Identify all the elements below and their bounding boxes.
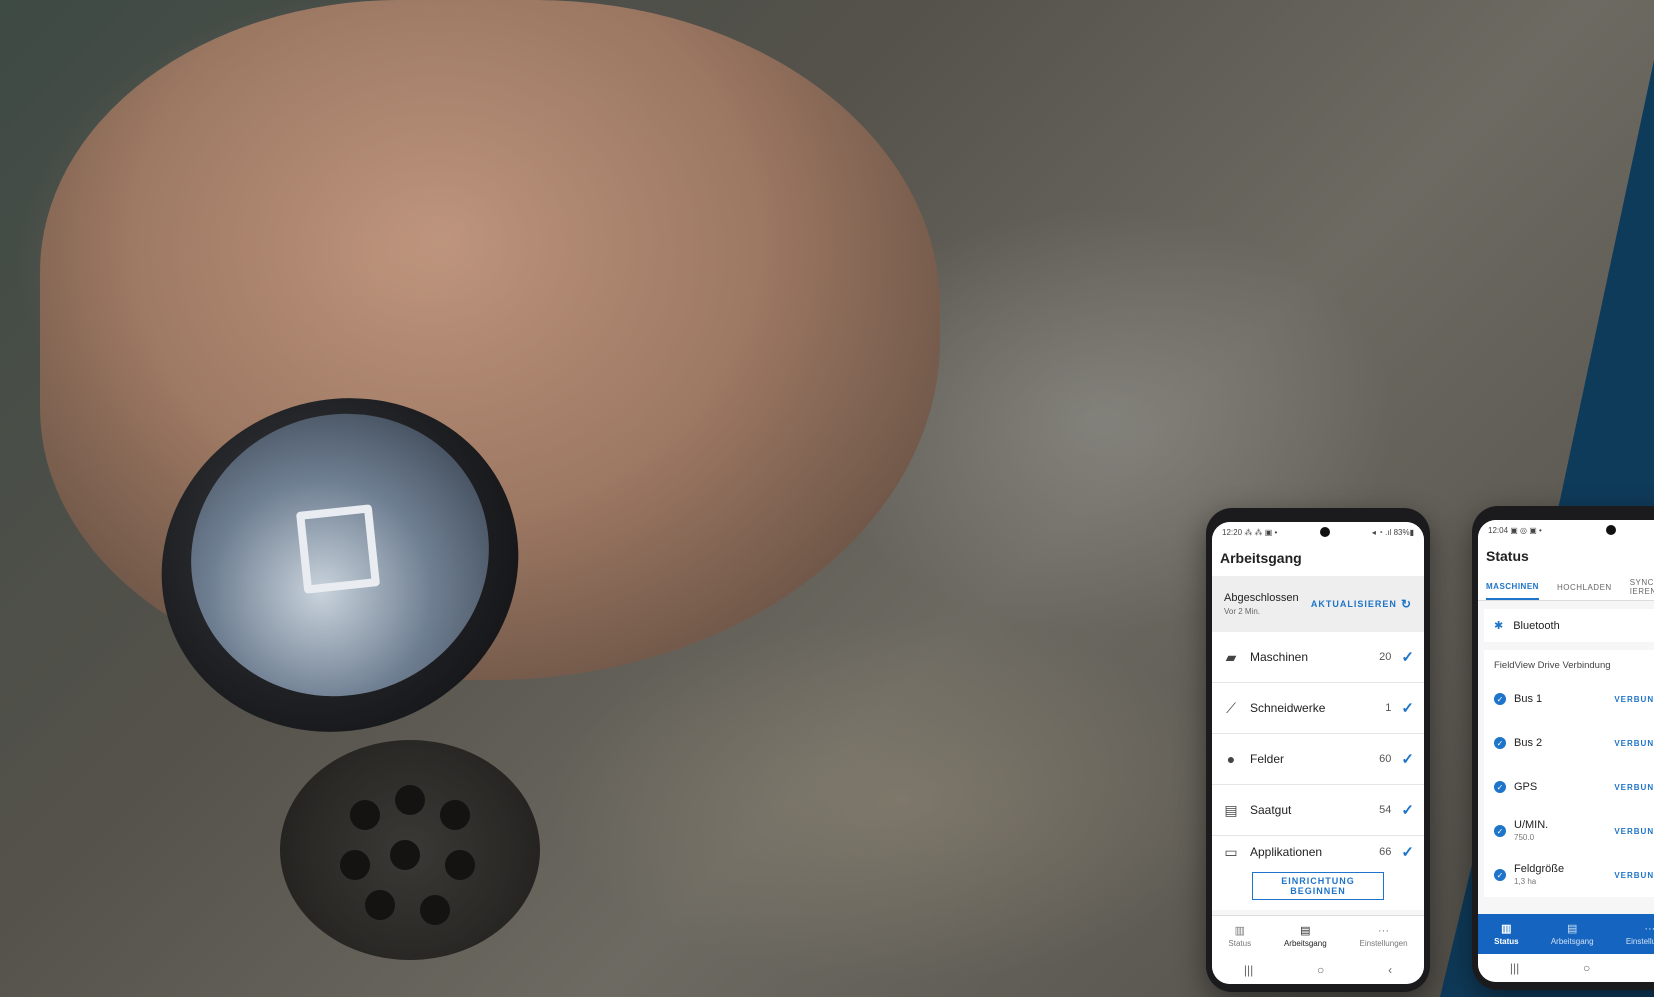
check-circle-icon: ✓ [1494, 693, 1506, 705]
check-icon: ✓ [1401, 802, 1414, 819]
phone-arbeitsgang: 12:20 ⁂ ⁂ ▣ • ◂ ◔ .ıl 83%▮ Arbeitsgang A… [1206, 508, 1430, 992]
tractor-icon: ▰ [1225, 648, 1237, 665]
check-circle-icon: ✓ [1494, 781, 1506, 793]
bluetooth-icon: ✱ [1494, 620, 1504, 632]
list-item-maschinen[interactable]: ▰ Maschinen 20 ✓ [1212, 632, 1424, 683]
section-title: FieldView Drive Verbindung [1494, 660, 1611, 671]
status-bar: 12:20 ⁂ ⁂ ▣ • ◂ ◔ .ıl 83%▮ [1212, 522, 1424, 542]
tab-synchronisieren[interactable]: SYNCHRONIS-IEREN [1630, 574, 1654, 600]
nav-arbeitsgang[interactable]: ▤ Arbeitsgang [1284, 924, 1327, 948]
list-item-saatgut[interactable]: ▤ Saatgut 54 ✓ [1212, 785, 1424, 836]
nav-einstellungen[interactable]: ··· Einstellungen [1626, 923, 1654, 946]
page-title: Arbeitsgang [1212, 542, 1424, 576]
list-item-applikationen[interactable]: ▭ Applikationen 66 ✓ [1212, 836, 1424, 868]
tab-maschinen[interactable]: MASCHINEN [1486, 574, 1539, 600]
seed-bag-icon: ▤ [1224, 801, 1238, 818]
page-title: Status [1478, 540, 1654, 574]
folder-icon: ▭ [1224, 843, 1238, 860]
list-item-schneidwerke[interactable]: ⟋ Schneidwerke 1 ✓ [1212, 683, 1424, 734]
chart-icon: ▥ [1234, 925, 1245, 937]
phone-screen: 12:04 ▣ ◎ ▣ • Status MASCHINEN HOCHLADEN… [1478, 520, 1654, 982]
bluetooth-card[interactable]: ✱ Bluetooth [1484, 609, 1654, 642]
refresh-button[interactable]: AKTUALISIEREN ↻ [1311, 597, 1412, 611]
nav-status[interactable]: ▥ Status [1494, 922, 1518, 946]
camera-icon [1605, 525, 1616, 535]
header-icon: ⟋ [1226, 699, 1236, 716]
recent-apps-icon[interactable]: ||| [1510, 961, 1519, 975]
phone-screen: 12:20 ⁂ ⁂ ▣ • ◂ ◔ .ıl 83%▮ Arbeitsgang A… [1212, 522, 1424, 984]
list-item-felder[interactable]: ● Felder 60 ✓ [1212, 734, 1424, 785]
back-icon[interactable]: ‹ [1388, 963, 1392, 977]
list-icon: ▤ [1566, 923, 1578, 935]
nav-arbeitsgang[interactable]: ▤ Arbeitsgang [1551, 922, 1594, 946]
start-setup-button[interactable]: EINRICHTUNG BEGINNEN [1252, 872, 1384, 900]
list-icon: ▤ [1300, 925, 1311, 937]
connection-row-field-size: ✓ Feldgröße1,3 ha VERBUNDEN [1484, 853, 1654, 897]
connector-socket-image [280, 740, 540, 960]
chart-icon: ▥ [1501, 923, 1512, 935]
sync-status-bar: Abgeschlossen Vor 2 Min. AKTUALISIEREN ↻ [1212, 576, 1424, 632]
connection-row-rpm: ✓ U/MIN.750.0 VERBUNDEN [1484, 809, 1654, 853]
home-icon[interactable]: ○ [1317, 963, 1324, 977]
connection-row-gps: ✓ GPS VERBUNDEN [1484, 765, 1654, 809]
check-icon: ✓ [1401, 649, 1414, 666]
camera-icon [1319, 527, 1330, 537]
recent-apps-icon[interactable]: ||| [1244, 963, 1253, 977]
home-icon[interactable]: ○ [1583, 961, 1590, 975]
tab-bar: MASCHINEN HOCHLADEN SYNCHRONIS-IEREN [1478, 574, 1654, 601]
bottom-nav: ▥ Status ▤ Arbeitsgang ··· Einstellungen [1478, 914, 1654, 954]
connection-row-bus-1: ✓ Bus 1 VERBUNDEN [1484, 677, 1654, 721]
more-icon: ··· [1378, 924, 1390, 937]
check-icon: ✓ [1401, 700, 1414, 717]
drive-device-logo [295, 504, 381, 594]
system-nav-bar: ||| ○ ‹ [1212, 956, 1424, 984]
check-icon: ✓ [1401, 844, 1414, 861]
phone-status: 12:04 ▣ ◎ ▣ • Status MASCHINEN HOCHLADEN… [1472, 506, 1654, 990]
connection-row-bus-2: ✓ Bus 2 VERBUNDEN [1484, 721, 1654, 765]
sync-status: Abgeschlossen [1224, 592, 1299, 604]
bottom-nav: ▥ Status ▤ Arbeitsgang ··· Einstellungen [1212, 915, 1424, 956]
nav-einstellungen[interactable]: ··· Einstellungen [1360, 925, 1408, 948]
system-nav-bar: ||| ○ ‹ [1478, 954, 1654, 982]
nav-status[interactable]: ▥ Status [1228, 924, 1251, 948]
check-circle-icon: ✓ [1494, 869, 1506, 881]
check-circle-icon: ✓ [1494, 737, 1506, 749]
more-icon: ··· [1644, 922, 1654, 935]
check-circle-icon: ✓ [1494, 825, 1506, 837]
connection-section: FieldView Drive Verbindung ✓ Bus 1 VERBU… [1484, 650, 1654, 897]
check-icon: ✓ [1401, 751, 1414, 768]
sync-time: Vor 2 Min. [1224, 607, 1261, 616]
setup-list: ▰ Maschinen 20 ✓ ⟋ Schneidwerke 1 ✓ ● Fe… [1212, 632, 1424, 910]
tab-hochladen[interactable]: HOCHLADEN [1557, 574, 1612, 600]
status-bar: 12:04 ▣ ◎ ▣ • [1478, 520, 1654, 540]
location-pin-icon: ● [1226, 751, 1236, 767]
refresh-icon: ↻ [1400, 597, 1412, 611]
